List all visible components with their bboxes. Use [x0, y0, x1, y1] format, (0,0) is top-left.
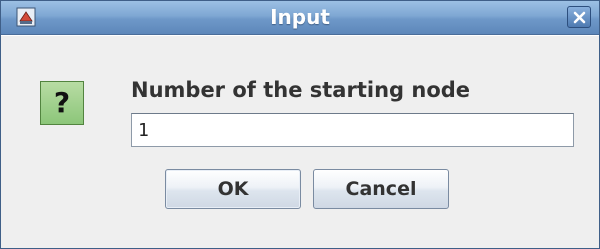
close-button[interactable]	[567, 6, 591, 28]
close-icon	[573, 11, 586, 24]
title-bar[interactable]: Input	[1, 1, 599, 35]
ok-button[interactable]: OK	[165, 169, 301, 209]
node-number-input[interactable]	[131, 113, 574, 147]
question-icon: ?	[40, 81, 84, 125]
cancel-button[interactable]: Cancel	[313, 169, 449, 209]
prompt-label: Number of the starting node	[131, 78, 471, 102]
input-dialog-window: Input ? Number of the starting node OK C…	[0, 0, 600, 249]
window-title: Input	[270, 5, 330, 29]
